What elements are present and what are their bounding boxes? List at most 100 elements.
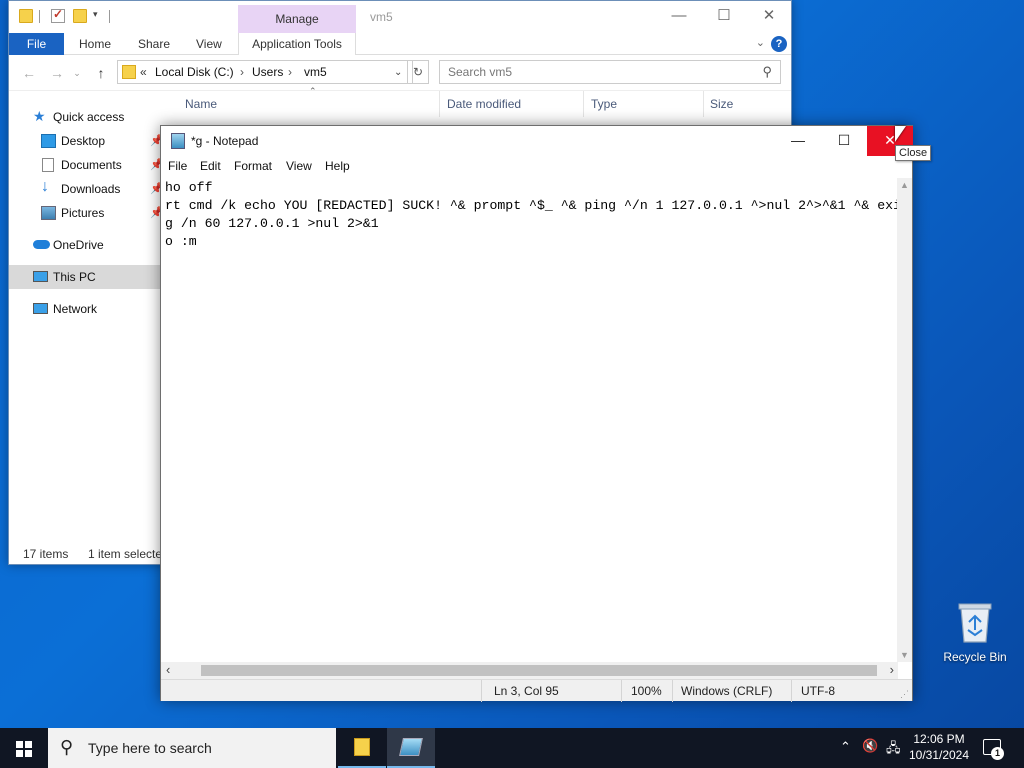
column-size[interactable]: Size	[710, 97, 733, 111]
sidebar-item-network[interactable]: Network	[9, 297, 161, 321]
text-line: g /n 60 127.0.0.1 >nul 2>&1	[165, 216, 379, 231]
breadcrumb-vm5[interactable]: vm5	[304, 65, 327, 79]
item-count: 17 items	[23, 547, 69, 561]
breadcrumb-separator: ›	[240, 65, 244, 79]
tab-home[interactable]: Home	[79, 33, 111, 55]
sidebar-item-pictures[interactable]: Pictures 📌	[9, 201, 164, 225]
search-input[interactable]: Search vm5 ⚲	[439, 60, 781, 84]
divider	[39, 10, 40, 23]
close-button[interactable]: ✕	[746, 1, 792, 33]
notepad-icon	[399, 738, 423, 756]
column-divider[interactable]	[703, 91, 704, 117]
scroll-right-icon[interactable]: ›	[890, 662, 894, 677]
new-folder-icon[interactable]	[73, 9, 87, 23]
notepad-title-bar[interactable]: *g - Notepad — ☐ ✕	[161, 126, 913, 156]
notepad-status-bar: Ln 3, Col 95 100% Windows (CRLF) UTF-8 ⋰	[161, 679, 912, 702]
breadcrumb-overflow[interactable]: «	[140, 65, 147, 79]
divider	[109, 10, 110, 23]
sidebar-item-quick-access[interactable]: ★ Quick access	[9, 105, 161, 129]
sidebar-item-onedrive[interactable]: OneDrive	[9, 233, 161, 257]
minimize-button[interactable]: —	[656, 1, 702, 33]
breadcrumb-local-disk[interactable]: Local Disk (C:)	[155, 65, 234, 79]
column-divider[interactable]	[439, 91, 440, 117]
expand-ribbon-icon[interactable]: ⌄	[756, 36, 765, 49]
vertical-scrollbar[interactable]: ▲ ▼	[897, 178, 912, 662]
text-editor[interactable]: ho off rt cmd /k echo YOU [REDACTED] SUCK…	[161, 178, 898, 662]
taskbar-search-box[interactable]: ⚲ Type here to search	[48, 728, 336, 768]
properties-icon[interactable]	[51, 7, 65, 23]
back-arrow-icon[interactable]: ←	[19, 63, 39, 83]
sidebar-item-this-pc[interactable]: This PC	[9, 265, 161, 289]
show-hidden-icons-icon[interactable]: ⌃	[840, 739, 851, 755]
encoding: UTF-8	[801, 684, 835, 698]
sidebar-item-desktop[interactable]: Desktop 📌	[9, 129, 164, 153]
taskbar-notepad[interactable]	[387, 728, 435, 768]
pictures-icon	[41, 206, 56, 220]
menu-help[interactable]: Help	[325, 159, 350, 173]
menu-file[interactable]: File	[168, 159, 187, 173]
taskbar-clock[interactable]: 12:06 PM 10/31/2024	[908, 731, 970, 763]
taskbar: ⚲ Type here to search ⌃ 🔇 🖧 12:06 PM 10/…	[0, 728, 1024, 768]
scroll-left-icon[interactable]: ‹	[166, 662, 170, 677]
explorer-title-bar: ▾ Manage vm5 — ☐ ✕	[9, 1, 791, 33]
search-icon: ⚲	[762, 64, 772, 79]
up-arrow-icon[interactable]: ↑	[91, 63, 111, 83]
tab-view[interactable]: View	[196, 33, 222, 55]
sidebar-item-label: Desktop	[61, 134, 106, 148]
customize-quick-access-icon[interactable]: ▾	[93, 9, 98, 20]
address-bar[interactable]: « Local Disk (C:) › Users › vm5 ⌄	[117, 60, 413, 84]
forward-arrow-icon[interactable]: →	[47, 63, 67, 83]
volume-muted-icon[interactable]: 🔇	[862, 738, 878, 754]
menu-edit[interactable]: Edit	[200, 159, 221, 173]
tab-application-tools[interactable]: Application Tools	[238, 33, 356, 55]
sidebar-item-label: Network	[53, 302, 98, 316]
windows-logo-icon	[16, 741, 32, 757]
sidebar-item-documents[interactable]: Documents 📌	[9, 153, 164, 177]
divider	[791, 680, 792, 702]
tab-file[interactable]: File	[9, 33, 64, 55]
taskbar-file-explorer[interactable]	[338, 728, 386, 768]
column-date-modified[interactable]: Date modified	[447, 97, 521, 111]
sidebar-item-downloads[interactable]: ↓ Downloads 📌	[9, 177, 164, 201]
scroll-down-icon[interactable]: ▼	[900, 650, 909, 660]
sidebar-item-label: This PC	[53, 270, 96, 284]
breadcrumb-separator: ›	[288, 65, 292, 79]
sidebar-item-label: OneDrive	[53, 238, 104, 252]
divider	[672, 680, 673, 702]
search-placeholder: Search vm5	[448, 65, 513, 79]
start-button[interactable]	[0, 728, 48, 768]
notification-badge: 1	[991, 747, 1004, 760]
sidebar-item-label: Pictures	[61, 206, 105, 220]
breadcrumb-users[interactable]: Users	[252, 65, 283, 79]
minimize-button[interactable]: —	[775, 126, 821, 156]
network-status-icon[interactable]: 🖧	[886, 739, 901, 761]
menu-view[interactable]: View	[286, 159, 312, 173]
resize-grip-icon[interactable]: ⋰	[900, 689, 909, 700]
scroll-up-icon[interactable]: ▲	[900, 180, 909, 190]
scroll-thumb[interactable]	[201, 665, 877, 676]
horizontal-scrollbar[interactable]: ‹ ›	[161, 662, 898, 679]
sidebar-item-label: Quick access	[53, 110, 125, 124]
column-divider[interactable]	[583, 91, 584, 117]
recycle-bin-desktop-icon[interactable]: Recycle Bin	[940, 600, 1010, 664]
search-icon: ⚲	[60, 737, 74, 757]
text-line: o :m	[165, 234, 197, 249]
column-name[interactable]: Name	[185, 97, 217, 111]
recent-locations-icon[interactable]: ⌄	[67, 63, 87, 83]
sidebar-item-label: Downloads	[61, 182, 121, 196]
help-icon[interactable]: ?	[771, 36, 787, 52]
maximize-button[interactable]: ☐	[821, 126, 867, 156]
menu-format[interactable]: Format	[234, 159, 272, 173]
file-explorer-icon	[354, 738, 370, 756]
maximize-button[interactable]: ☐	[701, 1, 747, 33]
tab-manage[interactable]: Manage	[238, 5, 356, 33]
column-type[interactable]: Type	[591, 97, 617, 111]
tab-share[interactable]: Share	[138, 33, 170, 55]
recycle-bin-label: Recycle Bin	[943, 650, 1007, 664]
clock-date: 10/31/2024	[908, 748, 970, 762]
sidebar-item-label: Documents	[61, 158, 122, 172]
network-icon	[33, 303, 48, 314]
address-dropdown-icon[interactable]: ⌄	[394, 67, 402, 78]
notepad-menu-bar: File Edit Format View Help	[161, 156, 912, 178]
refresh-icon[interactable]: ↻	[407, 60, 429, 84]
